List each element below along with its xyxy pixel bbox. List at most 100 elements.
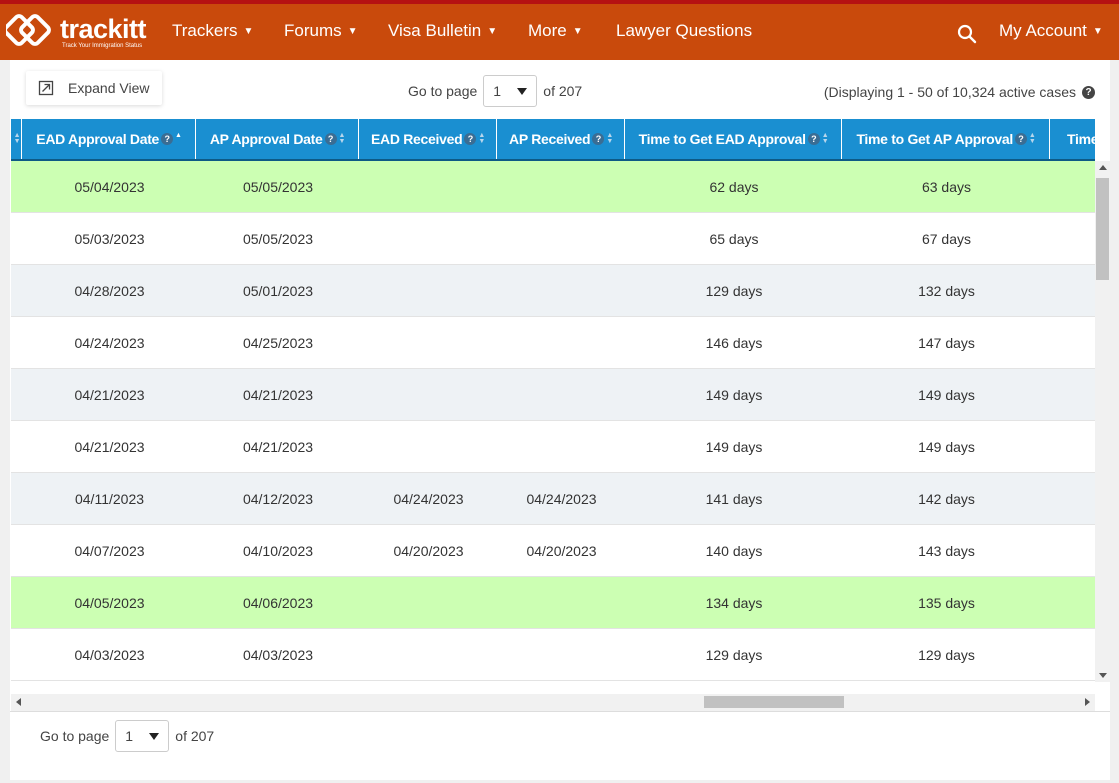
column-header-label: AP Approval Date <box>209 131 323 147</box>
column-header-ead-approval-date[interactable]: EAD Approval Date ? ▲▼ <box>23 119 196 159</box>
cell-time-ead: 149 days <box>705 439 763 455</box>
scroll-up-icon[interactable] <box>1099 165 1107 170</box>
cell-ap-approval: 04/12/2023 <box>242 491 314 507</box>
nav-more[interactable]: More ▼ <box>528 21 583 41</box>
horizontal-scroll-thumb[interactable] <box>704 696 844 708</box>
table-row[interactable]: 04/11/2023 04/12/2023 04/24/2023 04/24/2023… <box>11 473 1095 525</box>
top-pager: Go to page 1 of 207 <box>408 75 582 107</box>
cell-ead-approval: 04/28/2023 <box>74 283 145 299</box>
table-row[interactable]: 04/28/2023 05/01/2023 129 days 132 days <box>11 265 1095 317</box>
logo[interactable]: trackitt Track Your Immigration Status <box>6 13 147 53</box>
cell-ead-received: 04/24/2023 <box>393 491 464 507</box>
cell-time-ap: 149 days <box>918 387 975 403</box>
column-header-time-ap-approval[interactable]: Time to Get AP Approval ? ▲ ▼ <box>843 119 1050 159</box>
column-header-ap-approval-date[interactable]: AP Approval Date ? ▲ ▼ <box>197 119 359 159</box>
nav-forums[interactable]: Forums ▼ <box>284 21 358 41</box>
table-row[interactable]: 04/24/2023 04/25/2023 146 days 147 days <box>11 317 1095 369</box>
nav-lawyer-questions[interactable]: Lawyer Questions <box>616 21 752 41</box>
help-icon[interactable]: ? <box>807 133 820 145</box>
help-icon[interactable]: ? <box>464 133 477 145</box>
scroll-right-icon[interactable] <box>1085 698 1090 706</box>
table-row[interactable]: 04/21/2023 04/21/2023 149 days 149 days <box>11 421 1095 473</box>
table-row[interactable]: 05/04/2023 05/05/2023 62 days 63 days <box>11 161 1095 213</box>
cell-ap-received <box>498 213 625 265</box>
sort-icon: ▲ ▼ <box>338 132 346 145</box>
column-header-label: EAD Received <box>371 131 463 147</box>
nav-forums-label: Forums <box>284 21 342 40</box>
column-header-ap-received[interactable]: AP Received ? ▲ ▼ <box>498 119 625 159</box>
cell-ead-approval: 04/07/2023 <box>74 543 145 559</box>
cell-time-ead: 129 days <box>705 283 763 299</box>
cell-time-ead: 65 days <box>709 231 759 247</box>
table-row[interactable]: 05/03/2023 05/05/2023 65 days 67 days <box>11 213 1095 265</box>
cell-ap-approval: 04/25/2023 <box>242 335 314 351</box>
cell-ead-received: 04/20/2023 <box>393 543 464 559</box>
horizontal-scrollbar[interactable] <box>11 694 1095 711</box>
sort-icon: ▲ ▼ <box>478 132 485 145</box>
cell-ead-approval: 04/05/2023 <box>74 595 145 611</box>
help-icon[interactable]: ? <box>592 133 605 145</box>
cell-time-ead: 149 days <box>705 387 763 403</box>
cell-time-ead: 134 days <box>705 595 763 611</box>
cell-ap-received <box>498 577 625 629</box>
column-header-time-ead-approval[interactable]: Time to Get EAD Approval ? ▲ ▼ <box>626 119 842 159</box>
page-total-label: of 207 <box>175 728 215 744</box>
search-icon[interactable] <box>956 23 978 45</box>
cell-time-ead: 140 days <box>705 543 763 559</box>
cell-ap-approval: 04/21/2023 <box>242 387 314 403</box>
scroll-down-icon[interactable] <box>1099 673 1107 678</box>
nav-more-label: More <box>528 21 567 40</box>
column-header-time[interactable]: Time <box>1051 119 1095 159</box>
table-row[interactable]: 04/03/2023 04/03/2023 129 days 129 days <box>11 629 1095 681</box>
results-panel: Expand View Go to page 1 of 207 (Display… <box>10 60 1110 780</box>
cell-ead-received <box>360 369 497 421</box>
cell-ap-approval: 05/01/2023 <box>242 283 314 299</box>
cell-ap-approval: 05/05/2023 <box>242 179 314 195</box>
page-select[interactable]: 1 <box>483 75 538 107</box>
caret-down-icon: ▼ <box>487 26 498 37</box>
nav-trackers[interactable]: Trackers ▼ <box>172 21 253 41</box>
cell-ead-received <box>360 317 497 369</box>
help-icon[interactable]: ? <box>1014 133 1027 145</box>
help-icon[interactable]: ? <box>1082 85 1095 99</box>
cell-ap-approval: 04/10/2023 <box>242 543 314 559</box>
column-header-ead-received[interactable]: EAD Received ? ▲ ▼ <box>360 119 497 159</box>
column-header-prev[interactable]: ▲ ▼ <box>11 119 22 159</box>
scroll-left-icon[interactable] <box>16 698 21 706</box>
column-header-label: Time <box>1067 131 1095 147</box>
help-icon[interactable]: ? <box>161 133 174 145</box>
cell-ead-approval: 05/04/2023 <box>74 179 145 195</box>
cell-ap-received <box>498 161 625 213</box>
expand-icon <box>38 80 54 96</box>
cases-table: ▲▼ EAD Approval Date ? ▲▼ AP Approval Da… <box>11 119 1095 682</box>
cell-ap-received: 04/20/2023 <box>526 543 597 559</box>
column-header-label: Time to Get EAD Approval <box>638 131 806 147</box>
display-info-text: (Displaying 1 - 50 of 10,324 active case… <box>823 84 1076 100</box>
cell-ead-received <box>360 577 497 629</box>
cell-ap-received <box>498 369 625 421</box>
cell-time-ap: 63 days <box>921 179 972 195</box>
vertical-scroll-thumb[interactable] <box>1096 178 1109 280</box>
expand-view-label: Expand View <box>68 80 150 96</box>
page-select[interactable]: 1 <box>115 720 170 752</box>
table-row[interactable]: 04/05/2023 04/06/2023 134 days 135 days <box>11 577 1095 629</box>
table-row[interactable]: 04/21/2023 04/21/2023 149 days 149 days <box>11 369 1095 421</box>
my-account-menu[interactable]: My Account ▼ <box>999 21 1103 41</box>
cell-time-ap: 135 days <box>918 595 975 611</box>
sort-icon: ▲ ▼ <box>821 132 829 145</box>
cell-ap-received <box>498 421 625 473</box>
my-account-label: My Account <box>999 21 1087 40</box>
cell-time-ead: 129 days <box>705 647 763 663</box>
cell-time-ap: 67 days <box>921 231 972 247</box>
cell-ead-approval: 04/03/2023 <box>74 647 145 663</box>
cell-ead-received <box>360 629 497 681</box>
help-icon[interactable]: ? <box>324 133 337 145</box>
caret-down-icon: ▼ <box>572 26 583 37</box>
table-row[interactable]: 04/07/2023 04/10/2023 04/20/2023 04/20/2023… <box>11 525 1095 577</box>
nav-visa-bulletin[interactable]: Visa Bulletin ▼ <box>388 21 497 41</box>
sort-icon: ▲ ▼ <box>606 132 613 145</box>
vertical-scrollbar[interactable] <box>1095 161 1110 682</box>
caret-down-icon: ▼ <box>347 26 358 37</box>
top-nav-bar: trackitt Track Your Immigration Status T… <box>0 0 1119 60</box>
expand-view-button[interactable]: Expand View <box>26 71 162 105</box>
